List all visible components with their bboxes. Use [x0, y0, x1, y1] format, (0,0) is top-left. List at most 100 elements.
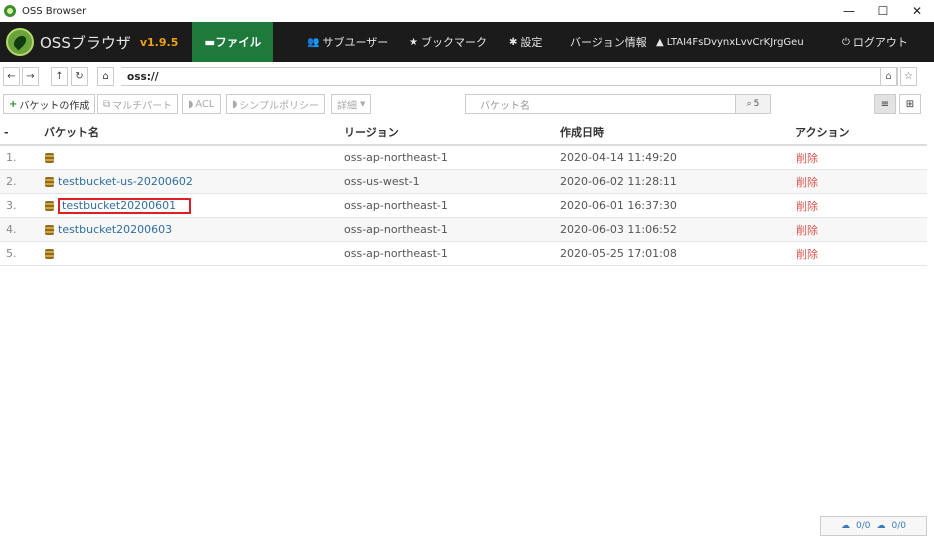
- table-header: - バケット名 リージョン 作成日時 アクション: [0, 120, 927, 146]
- search-count-value: 5: [753, 99, 760, 109]
- address-input[interactable]: oss://: [121, 67, 898, 86]
- row-bucket-name[interactable]: [45, 242, 58, 265]
- refresh-icon[interactable]: ↻: [71, 67, 88, 86]
- window-controls: — ☐ ✕: [832, 0, 934, 22]
- forward-icon[interactable]: →: [22, 67, 39, 86]
- acl-button[interactable]: ◗ ACL: [182, 94, 221, 114]
- row-created: 2020-04-14 11:49:20: [560, 151, 677, 164]
- row-region: oss-ap-northeast-1: [344, 247, 448, 260]
- details-label: 詳細: [337, 100, 357, 112]
- address-bar: ← → ↑ ↻ ⌂ oss:// ⌂ ☆: [0, 64, 934, 89]
- bucket-icon: [45, 248, 54, 259]
- toolbar: + バケットの作成 ⧉ マルチパート ◗ ACL ◗ シンプルポリシー 詳細 ▼…: [0, 93, 934, 116]
- delete-link[interactable]: 削除: [796, 218, 818, 241]
- header-bucket-name[interactable]: バケット名: [44, 120, 99, 144]
- search-icon: ⌕: [746, 99, 752, 109]
- bucket-icon: [45, 224, 54, 235]
- highlight-box: testbucket20200601: [58, 197, 191, 214]
- row-region: oss-us-west-1: [344, 175, 420, 188]
- row-index: 3.: [6, 199, 17, 212]
- gear-icon: ✱: [509, 36, 518, 48]
- delete-link[interactable]: 削除: [796, 146, 818, 169]
- bucket-icon: [45, 200, 54, 211]
- address-path: oss://: [127, 70, 159, 83]
- row-region: oss-ap-northeast-1: [344, 199, 448, 212]
- nav-logout-label: ログアウト: [852, 36, 908, 49]
- bucket-link[interactable]: testbucket-us-20200602: [58, 175, 193, 188]
- table-row[interactable]: 1. oss-ap-northeast-1 2020-04-14 11:49:2…: [0, 146, 927, 170]
- upload-cloud-icon: ☁: [841, 521, 851, 531]
- oss-browser-app-icon: [4, 5, 16, 17]
- transfer-status[interactable]: ☁ 0/0 ☁ 0/0: [820, 516, 927, 536]
- caret-down-icon: ▼: [360, 100, 366, 108]
- brand[interactable]: OSSブラウザ v1.9.5: [0, 22, 178, 62]
- nav-subusers[interactable]: 👥 サブユーザー: [307, 34, 388, 50]
- bucket-link[interactable]: testbucket20200603: [58, 223, 172, 236]
- header-action: アクション: [795, 126, 850, 139]
- user-icon: ▲: [656, 36, 664, 48]
- power-icon: ⏻: [842, 36, 850, 48]
- create-bucket-button[interactable]: + バケットの作成: [3, 94, 96, 114]
- row-created: 2020-06-03 11:06:52: [560, 223, 677, 236]
- simple-policy-button[interactable]: ◗ シンプルポリシー: [226, 94, 325, 114]
- bookmark-star-icon[interactable]: ☆: [900, 67, 917, 86]
- row-bucket-name[interactable]: testbucket20200601: [45, 194, 191, 217]
- maximize-button[interactable]: ☐: [866, 0, 900, 22]
- nav-settings[interactable]: ✱ 設定: [509, 34, 542, 50]
- multipart-icon: ⧉: [103, 98, 111, 110]
- brand-name: OSSブラウザ: [40, 33, 131, 52]
- folder-icon: ▬: [204, 35, 216, 49]
- table-row[interactable]: 5. oss-ap-northeast-1 2020-05-25 17:01:0…: [0, 242, 927, 266]
- row-index: 2.: [6, 175, 17, 188]
- row-index: 4.: [6, 223, 17, 236]
- bucket-icon: [45, 176, 54, 187]
- minimize-button[interactable]: —: [832, 0, 866, 22]
- back-icon[interactable]: ←: [3, 67, 20, 86]
- delete-link[interactable]: 削除: [796, 194, 818, 217]
- close-button[interactable]: ✕: [900, 0, 934, 22]
- row-index: 5.: [6, 247, 17, 260]
- up-icon[interactable]: ↑: [51, 67, 68, 86]
- upload-count: 0/0: [856, 521, 871, 531]
- nav-version-info-label: バージョン情報: [570, 36, 647, 49]
- row-index: 1.: [6, 151, 17, 164]
- nav-file-tab[interactable]: ▬ ファイル: [192, 22, 274, 62]
- nav-bookmarks[interactable]: ★ ブックマーク: [409, 34, 487, 50]
- row-created: 2020-06-02 11:28:11: [560, 175, 677, 188]
- bucket-link[interactable]: testbucket20200601: [62, 199, 176, 212]
- header-created[interactable]: 作成日時: [560, 120, 604, 144]
- shield-icon: ◗: [188, 98, 194, 110]
- nav-settings-label: 設定: [520, 36, 543, 49]
- create-bucket-label: バケットの作成: [19, 100, 90, 112]
- delete-link[interactable]: 削除: [796, 242, 818, 265]
- nav-subusers-label: サブユーザー: [322, 36, 389, 49]
- bucket-search-input[interactable]: バケット名: [465, 94, 736, 114]
- nav-version-info[interactable]: バージョン情報: [570, 34, 647, 50]
- row-bucket-name[interactable]: testbucket20200603: [45, 218, 172, 241]
- delete-link[interactable]: 削除: [796, 170, 818, 193]
- download-cloud-icon: ☁: [876, 521, 886, 531]
- oss-logo-icon: [6, 28, 34, 56]
- policy-shield-icon: ◗: [232, 98, 238, 110]
- nav-account[interactable]: ▲ LTAI4FsDvynxLvvCrKJrgGeu: [656, 37, 804, 48]
- search-placeholder: バケット名: [480, 100, 530, 112]
- list-view-icon[interactable]: ≡: [874, 94, 896, 114]
- home-icon[interactable]: ⌂: [97, 67, 114, 86]
- table-row[interactable]: 2. testbucket-us-20200602 oss-us-west-1 …: [0, 170, 927, 194]
- set-home-icon[interactable]: ⌂: [880, 67, 897, 86]
- header-region[interactable]: リージョン: [344, 120, 399, 144]
- table-row[interactable]: 3. testbucket20200601 oss-ap-northeast-1…: [0, 194, 927, 218]
- header-index: -: [4, 125, 9, 139]
- details-dropdown[interactable]: 詳細 ▼: [331, 94, 372, 114]
- search-count-badge[interactable]: ⌕ 5: [736, 94, 771, 114]
- nav-logout[interactable]: ⏻ ログアウト: [842, 34, 908, 50]
- row-bucket-name[interactable]: testbucket-us-20200602: [45, 170, 193, 193]
- row-created: 2020-05-25 17:01:08: [560, 247, 677, 260]
- table-row[interactable]: 4. testbucket20200603 oss-ap-northeast-1…: [0, 218, 927, 242]
- acl-label: ACL: [195, 98, 215, 110]
- grid-view-icon[interactable]: ⊞: [899, 94, 921, 114]
- users-icon: 👥: [307, 36, 320, 48]
- row-bucket-name[interactable]: [45, 146, 58, 169]
- multipart-button[interactable]: ⧉ マルチパート: [97, 94, 179, 114]
- window-title: OSS Browser: [22, 5, 87, 17]
